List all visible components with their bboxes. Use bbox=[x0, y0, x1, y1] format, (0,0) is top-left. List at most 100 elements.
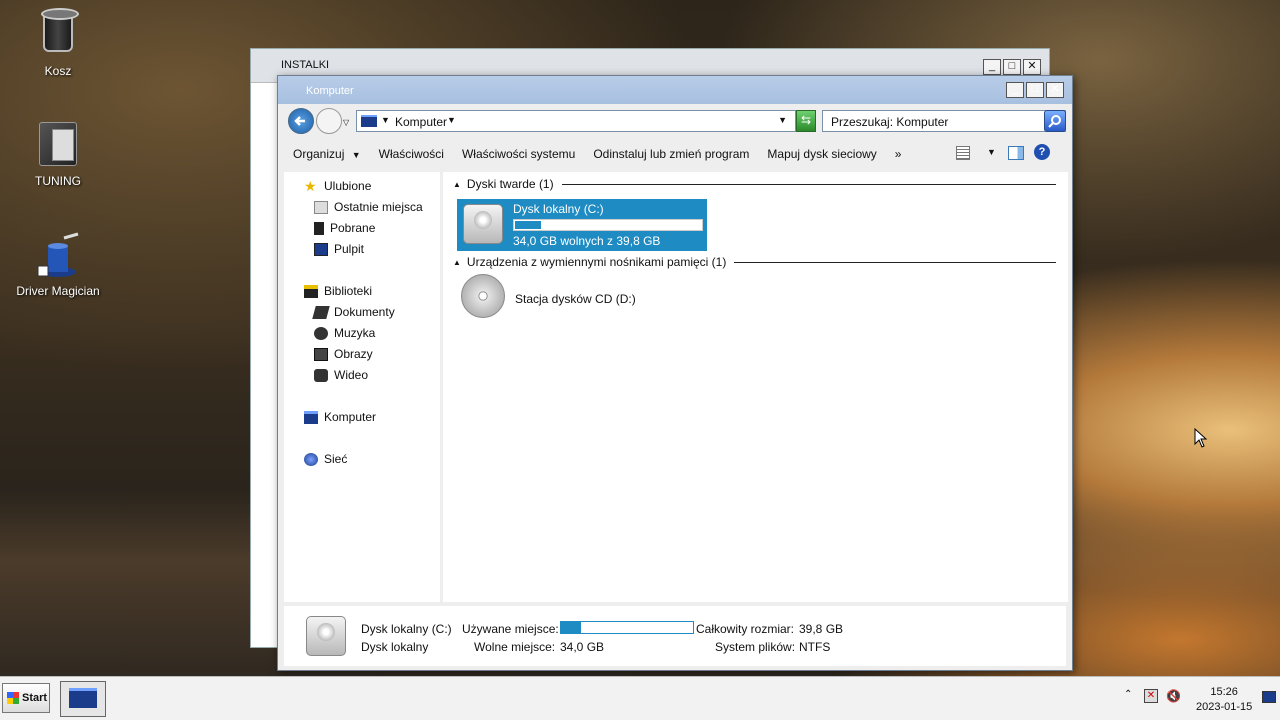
mouse-cursor-icon bbox=[1194, 428, 1208, 448]
network-error-icon[interactable]: ✕ bbox=[1144, 689, 1158, 703]
close-button[interactable]: ✕ bbox=[1023, 59, 1041, 75]
more-commands-button[interactable]: » bbox=[886, 147, 911, 161]
desktop-icon-recycle-bin[interactable]: Kosz bbox=[8, 8, 108, 78]
maximize-button[interactable]: □ bbox=[1026, 82, 1044, 98]
search-icon[interactable] bbox=[1044, 110, 1066, 132]
desktop-icon bbox=[314, 242, 328, 256]
drive-c-tile[interactable]: Dysk lokalny (C:) 34,0 GB wolnych z 39,8… bbox=[457, 199, 707, 251]
hard-drive-icon bbox=[306, 616, 346, 656]
free-space-label: Wolne miejsce: bbox=[474, 640, 556, 654]
view-options-icon[interactable] bbox=[956, 146, 970, 160]
file-system-label: System plików: bbox=[715, 640, 796, 654]
desktop-icon-label: TUNING bbox=[35, 174, 81, 188]
music-icon bbox=[314, 326, 328, 340]
minimize-button[interactable]: _ bbox=[1006, 82, 1024, 98]
nav-item-libraries[interactable]: Biblioteki bbox=[304, 284, 372, 298]
title-bar[interactable]: Komputer _ □ ✕ bbox=[278, 76, 1072, 104]
nav-item-downloads[interactable]: Pobrane bbox=[314, 221, 375, 235]
computer-icon bbox=[304, 410, 318, 424]
recycle-bin-icon bbox=[36, 12, 80, 60]
organize-menu[interactable]: Organizuj ▼ bbox=[284, 147, 370, 161]
taskbar-explorer-button[interactable] bbox=[60, 681, 106, 717]
desktop-icon-label: Kosz bbox=[44, 64, 72, 78]
used-space-bar bbox=[560, 621, 694, 634]
nav-item-video[interactable]: Wideo bbox=[314, 368, 368, 382]
minimize-button[interactable]: _ bbox=[983, 59, 1001, 75]
desktop-icon-tuning[interactable]: TUNING bbox=[8, 120, 108, 188]
network-icon bbox=[304, 452, 318, 466]
uninstall-program-button[interactable]: Odinstaluj lub zmień program bbox=[584, 147, 758, 161]
search-placeholder: Przeszukaj: Komputer bbox=[831, 115, 949, 129]
nav-item-favorites[interactable]: ★ Ulubione bbox=[304, 179, 371, 194]
view-dropdown-icon[interactable]: ▼ bbox=[987, 147, 996, 157]
details-drive-name: Dysk lokalny (C:) bbox=[361, 622, 452, 636]
refresh-icon[interactable]: ⇆ bbox=[796, 110, 816, 132]
system-properties-button[interactable]: Właściwości systemu bbox=[453, 147, 584, 161]
computer-icon bbox=[69, 688, 97, 708]
properties-button[interactable]: Właściwości bbox=[370, 147, 453, 161]
back-button[interactable] bbox=[288, 108, 314, 134]
file-system-value: NTFS bbox=[799, 640, 831, 654]
nav-item-pictures[interactable]: Obrazy bbox=[314, 347, 373, 361]
navigation-pane: ★ Ulubione Ostatnie miejsca Pobrane Pulpi… bbox=[284, 172, 440, 602]
windows-logo-icon bbox=[7, 692, 19, 704]
nav-item-computer[interactable]: Komputer bbox=[304, 410, 376, 424]
drive-usage-bar bbox=[513, 219, 703, 231]
command-bar: Organizuj ▼ Właściwości Właściwości syst… bbox=[284, 140, 1066, 168]
background-window-title: INSTALKI bbox=[281, 59, 330, 71]
address-dropdown-icon[interactable]: ▼ bbox=[778, 115, 787, 125]
chevron-down-icon[interactable]: ▼ bbox=[381, 115, 390, 125]
nav-item-network[interactable]: Sieć bbox=[304, 452, 347, 466]
preview-pane-icon[interactable] bbox=[1008, 146, 1024, 160]
desktop-icon-driver-magician[interactable]: Driver Magician bbox=[8, 232, 108, 298]
explorer-window[interactable]: Komputer _ □ ✕ ▽ ▼ Komputer ▼ ▼ ⇆ Przeszuk… bbox=[277, 75, 1073, 671]
address-text: Komputer bbox=[395, 115, 448, 129]
chevron-down-icon: ▼ bbox=[351, 150, 361, 160]
group-header-removable[interactable]: ▲ Urządzenia z wymiennymi nośnikami pamię… bbox=[453, 255, 1056, 269]
documents-icon bbox=[312, 305, 330, 319]
chevron-down-icon[interactable]: ▼ bbox=[447, 115, 456, 125]
collapse-icon: ▲ bbox=[453, 257, 461, 267]
details-drive-type: Dysk lokalny bbox=[361, 640, 429, 654]
maximize-button[interactable]: □ bbox=[1003, 59, 1021, 75]
taskbar: Start ⌃ ✕ 🔇 15:26 2023-01-15 bbox=[0, 676, 1280, 720]
show-hidden-icons-button[interactable]: ⌃ bbox=[1124, 689, 1132, 700]
show-desktop-button[interactable] bbox=[1262, 691, 1276, 703]
forward-button[interactable] bbox=[316, 108, 342, 134]
pictures-icon bbox=[314, 347, 328, 361]
clock[interactable]: 15:26 2023-01-15 bbox=[1196, 685, 1252, 715]
downloads-icon bbox=[314, 221, 324, 235]
close-button[interactable]: ✕ bbox=[1046, 82, 1064, 98]
folder-icon bbox=[36, 122, 80, 170]
volume-muted-icon[interactable]: 🔇 bbox=[1166, 689, 1181, 703]
start-button[interactable]: Start bbox=[2, 683, 50, 713]
search-input[interactable]: Przeszukaj: Komputer bbox=[822, 110, 1066, 132]
address-bar[interactable]: ▼ Komputer ▼ ▼ bbox=[356, 110, 796, 132]
nav-item-documents[interactable]: Dokumenty bbox=[312, 305, 395, 319]
history-dropdown-icon[interactable]: ▽ bbox=[343, 118, 349, 127]
drive-name: Dysk lokalny (C:) bbox=[513, 202, 604, 216]
collapse-icon: ▲ bbox=[453, 179, 461, 189]
clock-time: 15:26 bbox=[1210, 686, 1238, 698]
nav-item-music[interactable]: Muzyka bbox=[314, 326, 375, 340]
map-network-drive-button[interactable]: Mapuj dysk sieciowy bbox=[758, 147, 885, 161]
driver-magician-icon bbox=[36, 232, 80, 280]
hard-drive-icon bbox=[463, 204, 503, 244]
used-space-label: Używane miejsce: bbox=[462, 622, 559, 636]
cd-drive-icon bbox=[461, 274, 505, 318]
total-size-label: Całkowity rozmiar: bbox=[696, 622, 795, 636]
clock-date: 2023-01-15 bbox=[1196, 701, 1253, 713]
nav-item-desktop[interactable]: Pulpit bbox=[314, 242, 364, 256]
recent-places-icon bbox=[314, 200, 328, 214]
window-title: Komputer bbox=[306, 85, 354, 97]
free-space-value: 34,0 GB bbox=[560, 640, 605, 654]
drive-d-name[interactable]: Stacja dysków CD (D:) bbox=[515, 292, 636, 306]
nav-item-recent[interactable]: Ostatnie miejsca bbox=[314, 200, 423, 214]
content-area: ▲ Dyski twarde (1) Dysk lokalny (C:) 34,0… bbox=[443, 172, 1068, 602]
group-header-hard-drives[interactable]: ▲ Dyski twarde (1) bbox=[453, 177, 1056, 191]
libraries-icon bbox=[304, 284, 318, 298]
total-size-value: 39,8 GB bbox=[799, 622, 844, 636]
help-icon[interactable]: ? bbox=[1034, 144, 1050, 160]
computer-icon bbox=[361, 115, 377, 127]
desktop-icon-label: Driver Magician bbox=[16, 284, 100, 298]
